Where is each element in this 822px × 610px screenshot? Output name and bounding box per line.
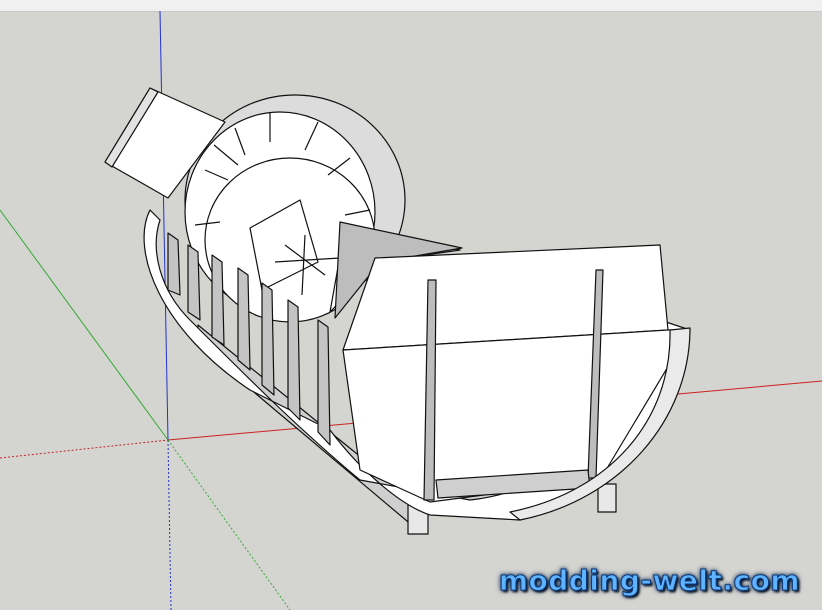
blue-axis: [159, 11, 169, 441]
watermark-logo: modding-welt.com: [498, 564, 800, 598]
green-axis-dotted: [167, 439, 291, 610]
red-axis-dotted: [0, 439, 169, 459]
viewport-canvas: [0, 11, 822, 610]
machine-model[interactable]: [104, 87, 691, 535]
green-axis: [0, 209, 169, 441]
modeling-viewport[interactable]: [0, 11, 822, 610]
base-foot-right: [597, 483, 617, 513]
blue-axis-dotted: [167, 439, 172, 610]
